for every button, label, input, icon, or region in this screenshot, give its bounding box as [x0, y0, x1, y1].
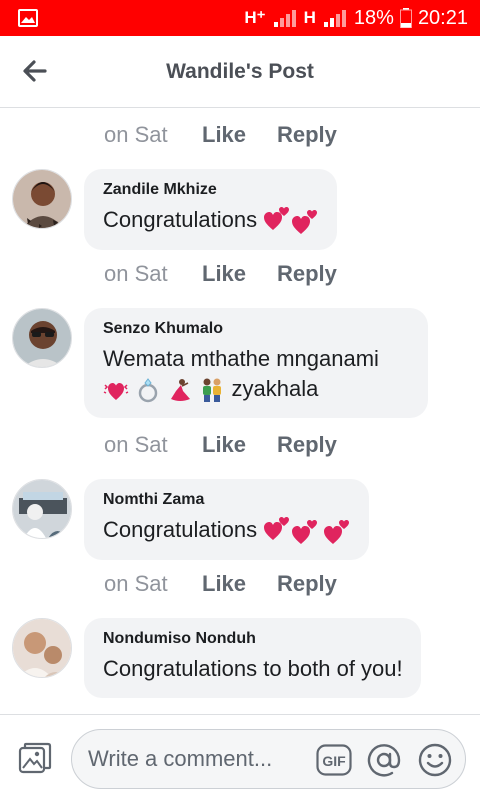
- comment-actions: on Sat Like Reply: [104, 120, 337, 150]
- status-indicators: H⁺ H 18% 20:21: [244, 0, 468, 36]
- battery-icon: [399, 8, 412, 28]
- status-bar: H⁺ H 18% 20:21: [0, 0, 480, 36]
- comment-actions: on Sat Like Reply: [104, 430, 337, 460]
- comment-time: on Sat: [104, 571, 168, 596]
- comment-author[interactable]: Nomthi Zama: [103, 491, 351, 509]
- comment-bubble[interactable]: Nondumiso Nonduh Congratulations to both…: [84, 618, 421, 698]
- app-header: Wandile's Post: [0, 36, 480, 108]
- comment-text: Congratulations: [103, 205, 319, 236]
- comment-time: on Sat: [104, 122, 168, 147]
- like-button[interactable]: Like: [202, 571, 277, 597]
- comment-text-body: Congratulations: [103, 207, 258, 232]
- comment-text-line-1: Wemata mthathe mnganami: [103, 346, 379, 371]
- vibrating-heart-icon: [103, 383, 129, 401]
- couple-icon: [203, 378, 222, 403]
- ring-icon: [138, 378, 158, 403]
- reply-button[interactable]: Reply: [277, 122, 337, 148]
- comment-text: Congratulations to both of you!: [103, 656, 403, 681]
- reply-button[interactable]: Reply: [277, 261, 337, 287]
- comment-text: Congratulations: [103, 515, 351, 546]
- photo-icon[interactable]: [18, 742, 52, 776]
- gif-label: GIF: [322, 753, 346, 769]
- comment-actions: on Sat Like Reply: [104, 259, 337, 289]
- comment-composer: Write a comment... GIF: [0, 714, 480, 800]
- comment-actions: on Sat Like Reply: [104, 569, 337, 599]
- avatar[interactable]: [12, 479, 72, 539]
- network-type-2: H: [303, 8, 316, 27]
- comment-input-placeholder: Write a comment...: [88, 746, 273, 771]
- comment-time: on Sat: [104, 432, 168, 457]
- dancer-icon: [171, 379, 191, 402]
- comment-text: Wemata mthathe mnganami zyakhala: [103, 344, 410, 404]
- clock: 20:21: [417, 6, 468, 29]
- like-button[interactable]: Like: [202, 261, 277, 287]
- signal-icon: [273, 10, 296, 27]
- comment-bubble[interactable]: Nomthi Zama Congratulations: [84, 479, 370, 561]
- avatar[interactable]: [12, 169, 72, 229]
- comment-author[interactable]: Senzo Khumalo: [103, 320, 410, 338]
- page-title: Wandile's Post: [166, 60, 314, 83]
- comment-time: on Sat: [104, 261, 168, 286]
- comment-author[interactable]: Nondumiso Nonduh: [103, 630, 403, 648]
- mention-at-icon[interactable]: [366, 742, 402, 778]
- comment-bubble[interactable]: Zandile Mkhize Congratulations: [84, 169, 338, 251]
- avatar[interactable]: [12, 618, 72, 678]
- comments-list[interactable]: on Sat Like Reply Zandile Mkhize Congrat…: [0, 109, 480, 714]
- network-type-1: H⁺: [244, 8, 266, 27]
- reply-button[interactable]: Reply: [277, 571, 337, 597]
- comment-input[interactable]: Write a comment... GIF: [71, 729, 466, 789]
- signal-icon-2: [323, 10, 346, 27]
- comment-text-line-2: zyakhala: [103, 374, 410, 404]
- battery-percent: 18%: [353, 6, 394, 29]
- two-hearts-icon: [264, 207, 318, 235]
- comment-bubble[interactable]: Senzo Khumalo Wemata mthathe mnganami zy…: [84, 308, 428, 418]
- like-button[interactable]: Like: [202, 122, 277, 148]
- gif-icon[interactable]: GIF: [316, 744, 352, 776]
- like-button[interactable]: Like: [202, 432, 277, 458]
- comment-text-body: Congratulations: [103, 517, 258, 542]
- two-hearts-icon: [264, 517, 350, 545]
- reply-button[interactable]: Reply: [277, 432, 337, 458]
- gallery-notification-icon: [18, 9, 38, 27]
- emoji-smile-icon[interactable]: [417, 742, 453, 778]
- comment-text-tail: zyakhala: [231, 376, 319, 401]
- avatar[interactable]: [12, 308, 72, 368]
- comment-author[interactable]: Zandile Mkhize: [103, 181, 319, 199]
